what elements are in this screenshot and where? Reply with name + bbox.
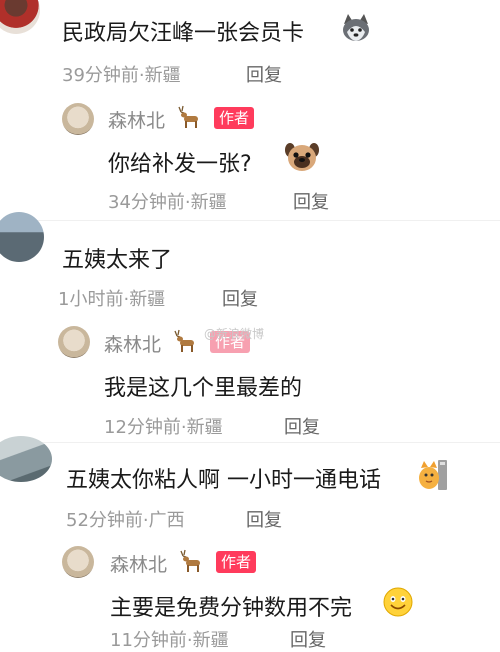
reply-text: 我是这几个里最差的: [104, 376, 303, 401]
comment-time: 52分钟前: [66, 510, 143, 531]
author-avatar[interactable]: [58, 326, 90, 358]
cat-phone-icon: [419, 460, 447, 490]
reply-button[interactable]: 回复: [290, 626, 326, 652]
reply-button[interactable]: 回复: [246, 61, 282, 87]
comment-divider: [0, 220, 500, 221]
reply-username[interactable]: 森林北: [108, 106, 165, 133]
author-avatar[interactable]: [62, 103, 94, 135]
author-avatar[interactable]: [62, 546, 94, 578]
reply-location: 新疆: [190, 192, 227, 213]
reply-username[interactable]: 森林北: [104, 330, 161, 357]
comment-text: 五姨太来了: [62, 248, 173, 273]
smile-face-icon: [383, 587, 413, 617]
comment-location: 新疆: [129, 289, 166, 310]
reply-button[interactable]: 回复: [293, 188, 329, 214]
reply-time: 34分钟前: [108, 192, 185, 213]
reply-username[interactable]: 森林北: [110, 550, 167, 577]
reply-text: 你给补发一张?: [108, 152, 252, 177]
reply-button[interactable]: 回复: [246, 506, 282, 532]
reply-meta: 11分钟前·新疆: [110, 630, 229, 651]
author-tag: 作者: [214, 107, 255, 129]
commenter-avatar[interactable]: [0, 0, 40, 34]
reply-time: 12分钟前: [104, 417, 181, 438]
comment-meta: 52分钟前·广西: [66, 510, 185, 531]
comment-text: 五姨太你粘人啊 一小时一通电话: [66, 468, 381, 493]
comment-meta: 39分钟前·新疆: [62, 65, 181, 86]
deer-emoji-icon: [174, 329, 194, 352]
comment-time: 39分钟前: [62, 65, 139, 86]
reply-text: 主要是免费分钟数用不完: [110, 596, 353, 621]
reply-time: 11分钟前: [110, 630, 187, 651]
commenter-avatar[interactable]: [0, 436, 52, 482]
comment-divider: [0, 442, 500, 443]
reply-meta: 12分钟前·新疆: [104, 417, 223, 438]
pug-face-icon: [285, 143, 319, 171]
watermark: @新浪微博: [204, 327, 265, 341]
comment-location: 广西: [148, 510, 185, 531]
deer-emoji-icon: [180, 549, 200, 572]
reply-meta: 34分钟前·新疆: [108, 192, 227, 213]
reply-button[interactable]: 回复: [284, 413, 320, 439]
author-tag: 作者: [216, 551, 257, 573]
comment-location: 新疆: [144, 65, 181, 86]
husky-dog-face-icon: [343, 14, 369, 41]
comment-time: 1小时前: [58, 289, 124, 310]
reply-location: 新疆: [186, 417, 223, 438]
reply-button[interactable]: 回复: [222, 285, 258, 311]
reply-location: 新疆: [192, 630, 229, 651]
commenter-avatar[interactable]: [0, 212, 44, 262]
comment-text: 民政局欠汪峰一张会员卡: [62, 21, 305, 46]
comment-meta: 1小时前·新疆: [58, 289, 166, 310]
deer-emoji-icon: [178, 105, 198, 128]
